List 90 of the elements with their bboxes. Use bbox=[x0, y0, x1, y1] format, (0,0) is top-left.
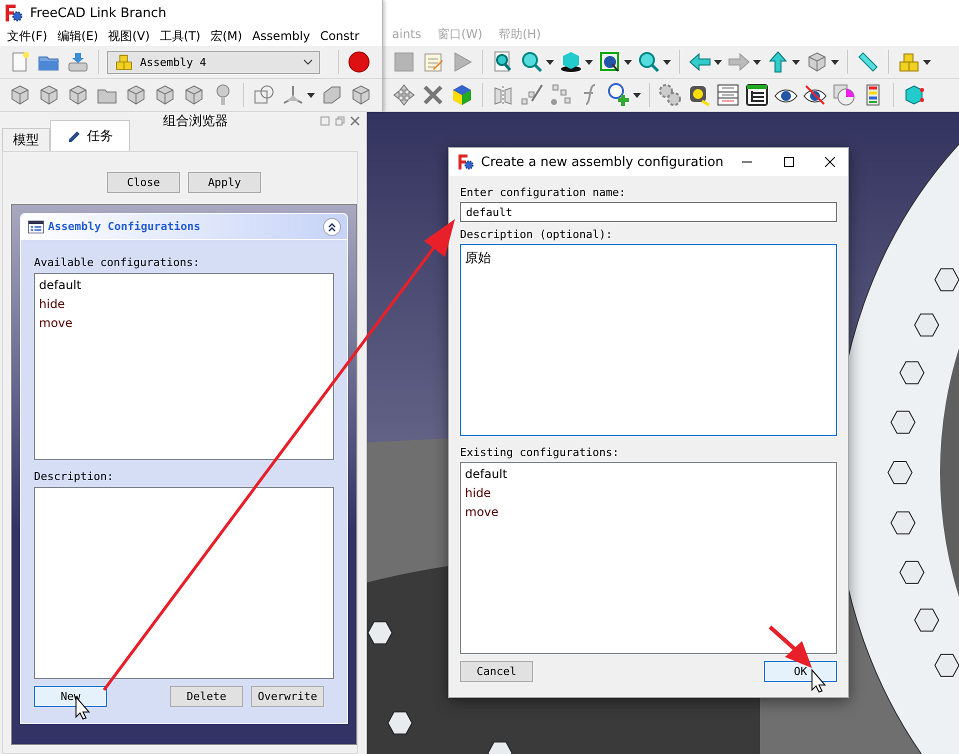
hex-bolt bbox=[387, 711, 413, 734]
hex-bolt bbox=[899, 361, 924, 384]
tape-measure-icon[interactable] bbox=[687, 83, 711, 107]
hex-bolt bbox=[890, 511, 916, 534]
caret-icon[interactable] bbox=[923, 60, 931, 64]
stop-icon[interactable] bbox=[392, 50, 416, 74]
close-icon bbox=[825, 157, 836, 167]
hex-bolt bbox=[934, 268, 959, 292]
restore-icon[interactable] bbox=[335, 116, 345, 126]
list-item[interactable]: move bbox=[39, 314, 329, 333]
hex-bolt bbox=[914, 608, 940, 632]
list-item[interactable]: hide bbox=[39, 295, 329, 314]
caret-icon[interactable] bbox=[663, 60, 671, 64]
menu-item[interactable]: Assembly bbox=[247, 29, 316, 43]
dialog-button[interactable]: Overwrite bbox=[251, 686, 324, 707]
caret-icon[interactable] bbox=[714, 60, 722, 64]
arrow-left-icon[interactable] bbox=[688, 50, 712, 74]
list-item[interactable]: default bbox=[465, 465, 832, 484]
caret-icon[interactable] bbox=[792, 60, 800, 64]
variable-add-icon[interactable] bbox=[607, 83, 631, 107]
dialog-button[interactable]: OK bbox=[764, 661, 837, 682]
close-icon[interactable] bbox=[350, 116, 360, 126]
field-label: Description (optional): bbox=[460, 228, 614, 241]
caret-icon[interactable] bbox=[753, 60, 761, 64]
menu-item[interactable]: 视图(V) bbox=[103, 28, 155, 44]
dialog-button[interactable]: Cancel bbox=[460, 661, 533, 682]
hex-bolt bbox=[899, 560, 924, 584]
hex-bolt bbox=[914, 313, 940, 337]
save-drive-icon[interactable] bbox=[66, 50, 90, 74]
cross-arrows-icon[interactable] bbox=[421, 83, 445, 107]
list-item[interactable]: default bbox=[39, 276, 329, 295]
menu-item[interactable]: Constr bbox=[315, 29, 364, 43]
caret-icon[interactable] bbox=[585, 60, 593, 64]
task-button[interactable]: Close bbox=[107, 172, 180, 193]
window-title: FreeCAD Link Branch bbox=[30, 6, 166, 20]
field-label: Description: bbox=[34, 470, 114, 483]
shapes-icon[interactable] bbox=[832, 83, 856, 107]
float-icon[interactable] bbox=[320, 116, 330, 126]
panel-title: 组合浏览器 bbox=[162, 112, 229, 130]
magnifier-icon[interactable] bbox=[637, 50, 661, 74]
mouse-cursor-icon bbox=[812, 668, 826, 693]
eye-crossed-icon[interactable] bbox=[803, 83, 827, 107]
field-label: Enter configuration name: bbox=[460, 186, 627, 199]
maximize-icon bbox=[784, 157, 794, 167]
description-field[interactable] bbox=[34, 487, 334, 679]
workbench-dropdown[interactable]: Assembly 4 bbox=[107, 50, 320, 74]
chevron-icon bbox=[303, 59, 313, 65]
hex-bolt bbox=[887, 461, 913, 484]
cube-icon[interactable] bbox=[559, 50, 583, 74]
field-label: Available configurations: bbox=[34, 256, 201, 269]
caret-icon[interactable] bbox=[633, 92, 641, 98]
dialog-title: Create a new assembly configuration bbox=[481, 154, 724, 170]
magnifier-icon[interactable] bbox=[520, 50, 544, 74]
collapse-button[interactable] bbox=[323, 218, 341, 236]
caret-icon[interactable] bbox=[307, 92, 315, 98]
tree-list-icon[interactable] bbox=[745, 83, 769, 107]
line-pattern-icon[interactable] bbox=[520, 83, 544, 107]
rubik-cube-icon[interactable] bbox=[450, 83, 474, 107]
parts-list-icon[interactable] bbox=[716, 83, 740, 107]
configurations-list[interactable]: default hide move bbox=[34, 273, 334, 460]
arrow-up-icon[interactable] bbox=[766, 50, 790, 74]
caret-icon[interactable] bbox=[624, 60, 632, 64]
caret-icon[interactable] bbox=[831, 60, 839, 64]
ruler-icon[interactable] bbox=[856, 50, 880, 74]
menu-item[interactable]: 宏(M) bbox=[206, 28, 248, 44]
name-input-field[interactable]: default bbox=[460, 202, 837, 222]
list-item[interactable]: hide bbox=[465, 484, 832, 503]
menu-item[interactable]: 工具(T) bbox=[154, 28, 206, 44]
list-item[interactable]: move bbox=[465, 503, 832, 522]
hex-bolt bbox=[934, 654, 959, 677]
field-label: Existing configurations: bbox=[460, 446, 620, 459]
tab[interactable]: 模型 bbox=[2, 128, 50, 151]
dialog-button[interactable]: Delete bbox=[170, 686, 243, 707]
hex-bolt bbox=[890, 410, 916, 434]
move-arrows-icon[interactable] bbox=[392, 83, 416, 107]
gears-icon[interactable] bbox=[658, 83, 682, 107]
double-chevron-icon bbox=[327, 222, 337, 232]
description-input-field[interactable]: 原始 bbox=[460, 244, 837, 436]
panel-heading: Assembly Configurations bbox=[48, 220, 202, 233]
configurations-list[interactable]: default hide move bbox=[460, 462, 837, 654]
caret-icon[interactable] bbox=[546, 60, 554, 64]
task-button[interactable]: Apply bbox=[188, 172, 261, 193]
menu-item[interactable]: 编辑(E) bbox=[52, 28, 104, 44]
hex-bolt bbox=[487, 741, 513, 754]
annotation-arrow bbox=[768, 626, 812, 668]
tab[interactable]: 任务 bbox=[50, 120, 130, 151]
box-select-icon[interactable] bbox=[598, 50, 622, 74]
radial-pattern-icon[interactable] bbox=[549, 83, 573, 107]
menu-item[interactable]: 文件(F) bbox=[2, 28, 52, 44]
record-icon[interactable] bbox=[347, 50, 371, 74]
